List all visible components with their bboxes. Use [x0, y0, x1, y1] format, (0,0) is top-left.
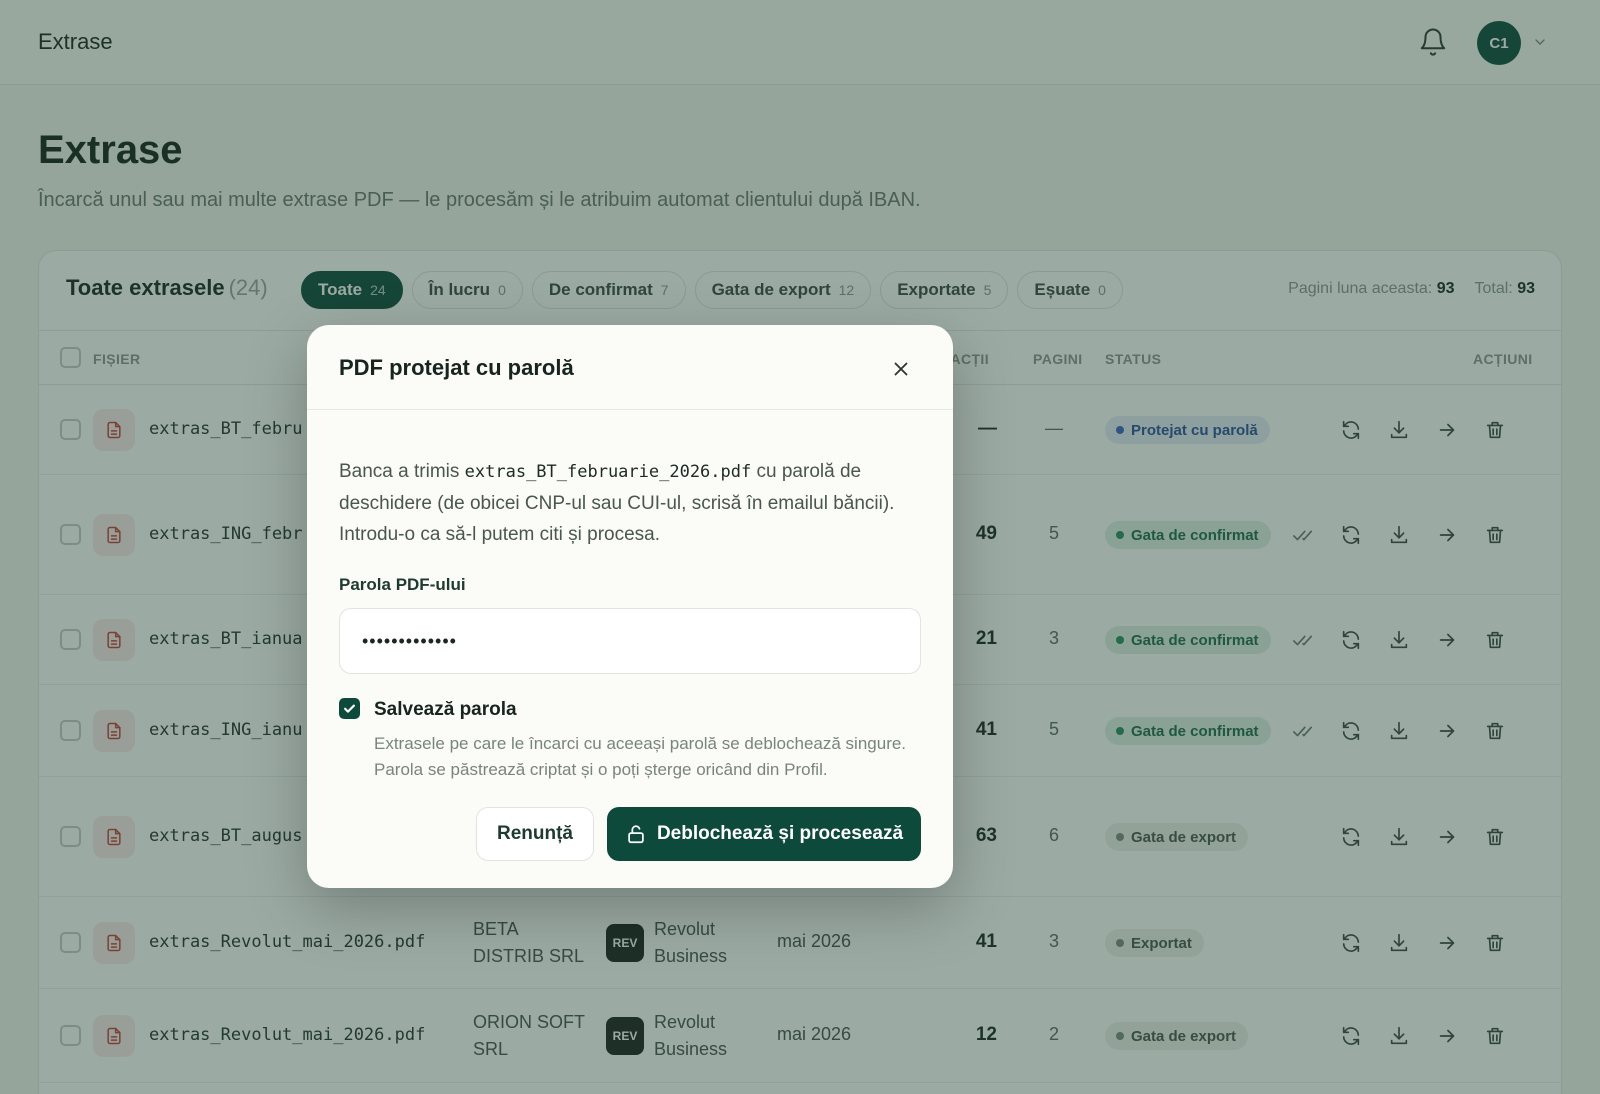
modal-divider	[307, 409, 953, 410]
modal-description: Banca a trimis extras_BT_februarie_2026.…	[339, 461, 895, 545]
unlock-icon	[628, 825, 644, 844]
save-password-label[interactable]: Salvează parola	[374, 699, 517, 721]
modal-title: PDF protejat cu parolă	[339, 355, 574, 380]
unlock-process-button[interactable]: Deblochează și procesează	[607, 807, 921, 861]
checkmark-icon	[344, 704, 355, 713]
password-input[interactable]	[339, 608, 921, 674]
password-modal: PDF protejat cu parolă Banca a trimis ex…	[307, 325, 953, 888]
password-label: Parola PDF-ului	[339, 575, 466, 594]
save-password-help: Extrasele pe care le încarci cu aceeași …	[374, 734, 907, 779]
cancel-button[interactable]: Renunță	[476, 807, 594, 861]
modal-filename: extras_BT_februarie_2026.pdf	[464, 462, 752, 482]
close-icon[interactable]	[887, 355, 915, 383]
save-password-checkbox[interactable]	[339, 698, 360, 719]
